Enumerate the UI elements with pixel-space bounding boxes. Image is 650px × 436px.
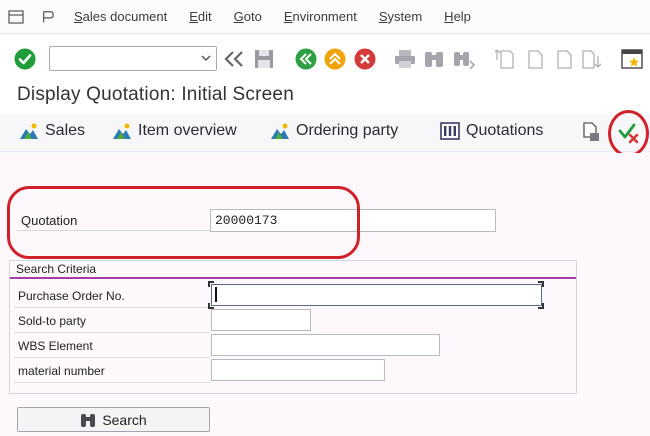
wbs-element-label: WBS Element (18, 339, 93, 353)
material-number-field[interactable] (211, 359, 385, 381)
material-number-label: material number (18, 364, 105, 378)
back-button[interactable] (294, 47, 318, 71)
chevron-down-icon[interactable] (200, 52, 212, 64)
quotations-button[interactable]: Quotations (440, 122, 543, 140)
field-underline (14, 382, 210, 383)
back-double-button[interactable] (222, 47, 246, 71)
customize-layout-button[interactable] (620, 47, 644, 71)
mountain-chart-icon (113, 123, 131, 139)
last-page-icon (582, 50, 601, 69)
layout-menu-icon[interactable] (40, 10, 56, 24)
wbs-element-field[interactable] (211, 334, 440, 356)
sold-to-party-label: Sold-to party (18, 314, 87, 328)
item-overview-button[interactable]: Item overview (112, 122, 237, 140)
application-toolbar: Sales Item overview Ordering party Quota… (0, 114, 650, 152)
binoculars-icon (81, 413, 96, 427)
mountain-chart-icon (20, 123, 38, 139)
focus-corner (538, 281, 544, 287)
print-icon (395, 50, 415, 68)
purchase-order-label: Purchase Order No. (18, 289, 125, 303)
back-icon (295, 48, 317, 70)
mountain-chart-icon (271, 123, 289, 139)
previous-page-button[interactable] (523, 47, 547, 71)
menu-environment[interactable]: Environment (284, 9, 357, 24)
menu-edit[interactable]: Edit (189, 9, 211, 24)
group-divider (10, 277, 576, 279)
print-button[interactable] (393, 47, 417, 71)
cancel-icon (354, 48, 376, 70)
first-page-button[interactable] (493, 47, 517, 71)
document-flow-icon (583, 122, 599, 141)
standard-toolbar (0, 35, 650, 85)
list-columns-icon (440, 122, 460, 140)
sold-to-party-field[interactable] (211, 309, 311, 331)
exit-button[interactable] (323, 47, 347, 71)
cancel-button[interactable] (353, 47, 377, 71)
page-title: Display Quotation: Initial Screen (17, 84, 294, 105)
command-field-input[interactable] (54, 47, 194, 69)
menu-icon[interactable] (8, 9, 24, 24)
find-next-button[interactable] (452, 47, 476, 71)
menu-help[interactable]: Help (444, 9, 471, 24)
menu-goto[interactable]: Goto (234, 9, 262, 24)
next-page-button[interactable] (553, 47, 577, 71)
menu-bar: Sales document Edit Goto Environment Sys… (0, 0, 650, 34)
ordering-party-button[interactable]: Ordering party (270, 122, 398, 140)
search-button[interactable]: Search (17, 407, 210, 432)
field-underline (14, 307, 210, 308)
purchase-order-field[interactable] (211, 284, 542, 306)
item-overview-label: Item overview (138, 122, 237, 139)
first-page-icon (495, 49, 514, 69)
sales-label: Sales (45, 122, 86, 139)
focus-corner (208, 281, 214, 287)
menu-system[interactable]: System (379, 9, 422, 24)
find-icon (425, 52, 443, 67)
command-field[interactable] (49, 46, 217, 71)
focus-corner (538, 303, 544, 309)
highlight-ring (608, 110, 649, 157)
last-page-button[interactable] (579, 47, 603, 71)
save-button[interactable] (252, 47, 276, 71)
enter-icon (14, 48, 36, 70)
highlight-ring (7, 186, 360, 259)
customize-layout-icon (621, 49, 643, 69)
search-button-label: Search (102, 411, 147, 428)
quotations-label: Quotations (466, 122, 544, 139)
text-cursor (215, 287, 217, 302)
field-underline (14, 357, 210, 358)
search-criteria-title: Search Criteria (16, 262, 97, 276)
find-button[interactable] (422, 47, 446, 71)
back-double-icon (224, 51, 243, 67)
enter-button[interactable] (13, 47, 37, 71)
exit-icon (324, 48, 346, 70)
field-underline (14, 332, 210, 333)
document-flow-button[interactable] (582, 122, 606, 142)
menu-sales-document[interactable]: Sales document (74, 9, 167, 24)
sales-button[interactable]: Sales (19, 122, 85, 140)
save-icon (255, 50, 273, 68)
next-page-icon (557, 50, 572, 69)
ordering-party-label: Ordering party (296, 122, 399, 139)
previous-page-icon (528, 50, 543, 69)
find-next-icon (454, 52, 475, 69)
